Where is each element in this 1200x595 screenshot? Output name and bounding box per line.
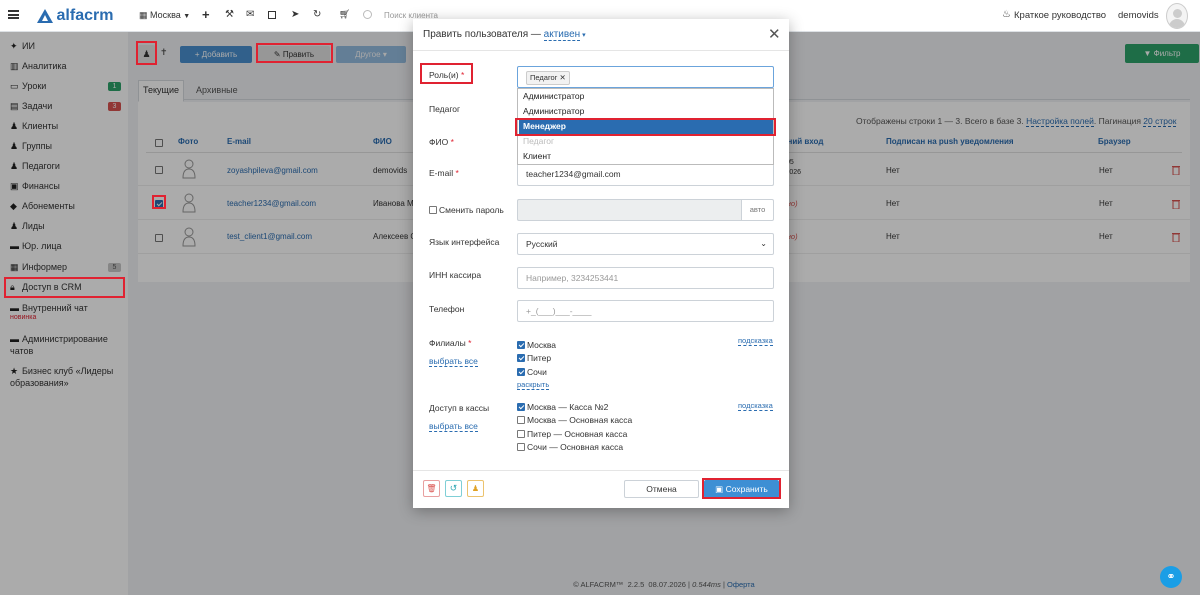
guide-link[interactable]: Краткое руководство [1014,10,1106,21]
cash-option-label: Москва — Основная касса [527,415,633,425]
branch-label: Сочи [527,367,547,377]
interface-language-select[interactable]: Русский ⌄ [517,233,774,255]
support-chat-button[interactable]: ⚭ [1160,566,1182,588]
role-option[interactable]: Администратор [519,89,773,104]
remove-tag-icon[interactable]: ✕ [560,73,566,82]
logo-icon [37,9,53,23]
cash-access-label: Доступ в кассы [429,403,490,413]
modal-header-divider [413,50,789,51]
phone-input[interactable]: +_(___)___-____ [517,300,774,322]
branches-label: Филиалы * [429,338,472,348]
brand-name: alfacrm [56,7,114,24]
branch-icon: ▦ [139,10,148,20]
cash-checkbox[interactable]: Москва — Касса №2 [517,402,608,412]
refresh-icon[interactable]: ↻ [313,9,321,20]
branches-expand-link[interactable]: раскрыть [517,380,550,390]
avatar[interactable] [1166,3,1188,29]
change-password-label: Сменить пароль [439,205,504,215]
menu-icon[interactable] [8,10,19,19]
lightbulb-icon: ♨ [1002,9,1011,20]
phone-label: Телефон [429,304,465,314]
cash-checkbox[interactable]: Москва — Основная касса [517,415,632,425]
change-password-checkbox[interactable]: Сменить пароль [429,205,504,215]
interface-language-label: Язык интерфейса [429,237,500,247]
branch-checkbox-sochi[interactable]: Сочи [517,367,547,377]
mail-icon[interactable]: ✉ [246,9,254,20]
close-icon[interactable]: ✕ [768,25,781,43]
status-dropdown[interactable]: активен [543,29,581,41]
brand-logo[interactable]: alfacrm [36,7,113,25]
delete-user-button[interactable]: 🗑︎ [423,480,440,497]
chat-bubble-icon: ⚭ [1166,571,1176,583]
role-select[interactable]: Педагог ✕ [517,66,774,88]
auto-password-button[interactable]: авто [741,199,774,221]
cash-checkbox[interactable]: Сочи — Основная касса [517,442,623,452]
inn-label: ИНН кассира [429,270,482,280]
history-icon: ↺ [449,483,458,493]
cash-select-all-link[interactable]: выбрать все [429,421,478,432]
branches-hint-link[interactable]: подсказка [738,336,773,346]
modal-footer-divider [413,470,789,471]
modal-title-text: Править пользователя [423,29,529,40]
role-option-highlighted[interactable]: Менеджер [519,119,773,134]
floppy-icon: ▣ [715,484,726,494]
cash-option-label: Москва — Касса №2 [527,402,609,412]
save-button-label: Сохранить [725,484,768,494]
user-icon: ♟ [471,484,480,493]
trash-icon: 🗑︎ [426,484,437,493]
cancel-button[interactable]: Отмена [624,480,699,498]
inn-input[interactable]: Например, 3234253441 [517,267,774,289]
interface-language-value: Русский [526,239,558,249]
cart-icon[interactable]: 🛒︎ [339,9,350,20]
cash-hint-link[interactable]: подсказка [738,401,773,411]
branches-select-all-link[interactable]: выбрать все [429,356,478,367]
teacher-label: Педагог [429,104,461,114]
modal-title-dash: — [530,29,541,40]
branch-label: Питер [527,353,552,363]
edit-user-modal: Править пользователя — активен ▾ ✕ Роль(… [413,19,789,508]
branch-name: Москва [150,10,181,20]
cash-option-label: Питер — Основная касса [527,429,628,439]
fio-label: ФИО * [429,137,454,147]
add-icon[interactable]: + [202,7,210,22]
branch-checkbox-piter[interactable]: Питер [517,353,551,363]
chevron-down-icon: ▼ [183,13,191,20]
branch-selector[interactable]: ▦ Москва ▼ [139,10,190,21]
search-icon [363,10,372,19]
wrench-icon[interactable]: ⚒ [225,9,234,20]
role-option[interactable]: Клиент [519,149,773,164]
role-option-disabled: Педагог [523,136,555,146]
chevron-down-icon: ⌄ [760,239,767,248]
cash-option-label: Сочи — Основная касса [527,442,624,452]
telegram-icon[interactable]: ➤ [291,9,299,20]
inn-placeholder: Например, 3234253441 [526,273,619,283]
chevron-down-icon: ▾ [580,32,586,39]
role-tag[interactable]: Педагог ✕ [526,71,570,85]
email-label: E-mail * [429,168,459,178]
email-field[interactable]: teacher1234@gmail.com [517,164,774,186]
branch-label: Москва [527,340,557,350]
history-button[interactable]: ↺ [445,480,462,497]
role-dropdown-list: Администратор Администратор Менеджер Пед… [517,88,774,165]
phone-placeholder: +_(___)___-____ [526,306,592,316]
login-as-user-button[interactable]: ♟ [467,480,484,497]
calendar-icon[interactable] [268,11,276,19]
modal-title: Править пользователя — активен ▾ [423,29,586,41]
save-button[interactable]: ▣ Сохранить [704,480,779,498]
cash-checkbox[interactable]: Питер — Основная касса [517,429,627,439]
user-name[interactable]: demovids [1118,10,1159,21]
password-field [517,199,741,221]
role-option[interactable]: Администратор [519,104,773,119]
branch-checkbox-moscow[interactable]: Москва [517,340,556,350]
role-label: Роль(и) * [429,70,465,80]
